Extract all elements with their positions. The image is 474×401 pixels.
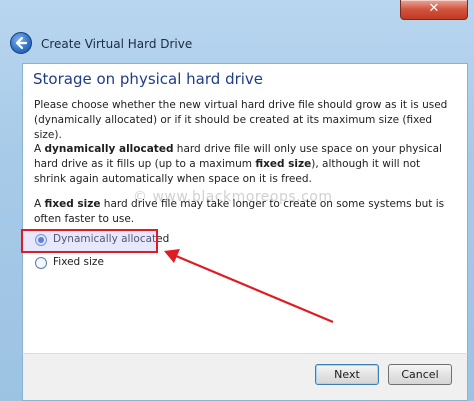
cancel-button[interactable]: Cancel (388, 364, 452, 385)
annotation-arrow-icon (164, 249, 334, 324)
wizard-footer: Next Cancel (22, 353, 468, 401)
next-button[interactable]: Next (315, 364, 379, 385)
